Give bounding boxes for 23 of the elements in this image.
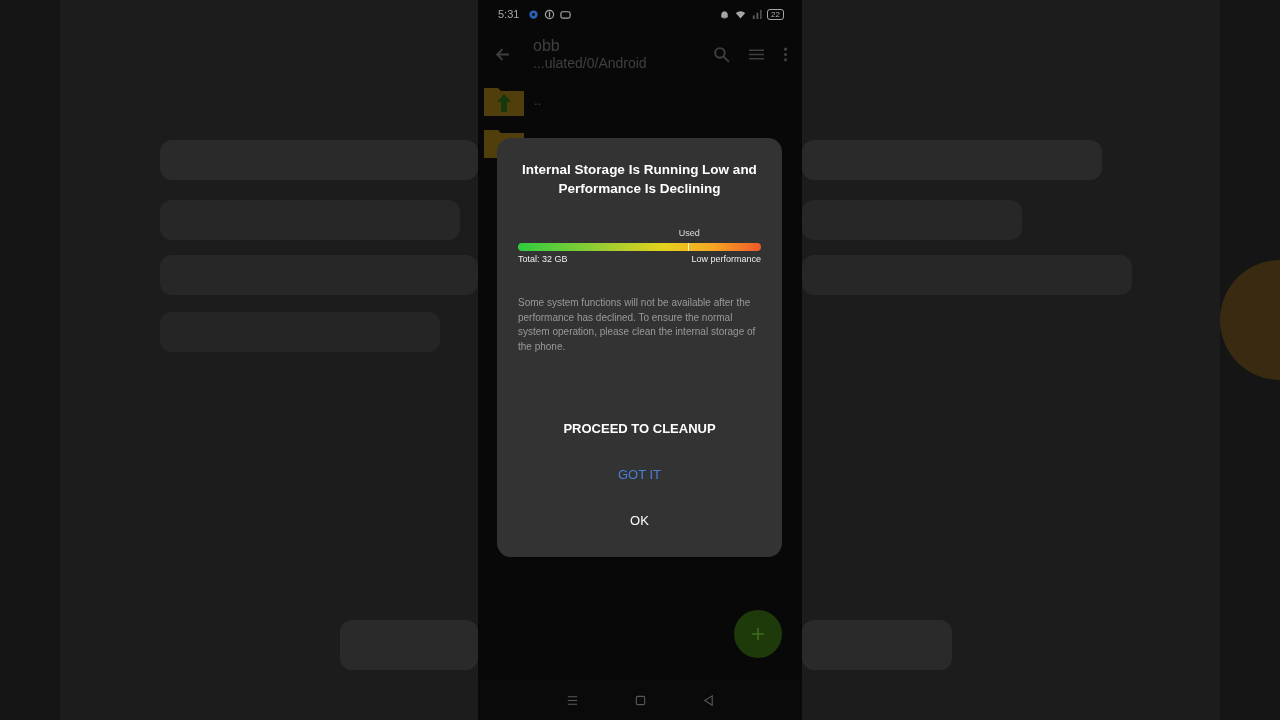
dialog-button[interactable]: PROCEED TO CLEANUP <box>518 405 761 451</box>
used-label: Used <box>678 228 700 238</box>
signal-icon <box>751 8 763 20</box>
menu-icon[interactable] <box>565 693 579 707</box>
dialog-button[interactable]: GOT IT <box>518 451 761 497</box>
battery-level: 22 <box>767 8 784 20</box>
add-button[interactable] <box>734 610 782 658</box>
dialog-message: Some system functions will not be available after the performance has declined. To ensure the normal system operation, please clean the internal storage of the phone. <box>518 296 757 354</box>
dialog-title: Internal Storage Is Running Low and Performance Is Declining <box>521 161 758 198</box>
threshold-label: Low performance <box>691 254 761 264</box>
plus-icon <box>750 626 766 642</box>
total-label: Total: 32 GB <box>518 254 568 264</box>
back-icon[interactable] <box>701 693 715 707</box>
bell-icon <box>719 8 731 20</box>
home-icon[interactable] <box>633 693 647 707</box>
gear-icon <box>528 8 540 20</box>
more-icon[interactable] <box>783 45 788 63</box>
dialog-button[interactable]: OK <box>518 497 761 543</box>
file-name[interactable]: .. <box>534 92 542 108</box>
status-time: 5:31 <box>498 8 520 20</box>
search-icon[interactable] <box>713 45 730 63</box>
wifi-icon <box>735 8 747 20</box>
circle-icon <box>544 8 556 20</box>
